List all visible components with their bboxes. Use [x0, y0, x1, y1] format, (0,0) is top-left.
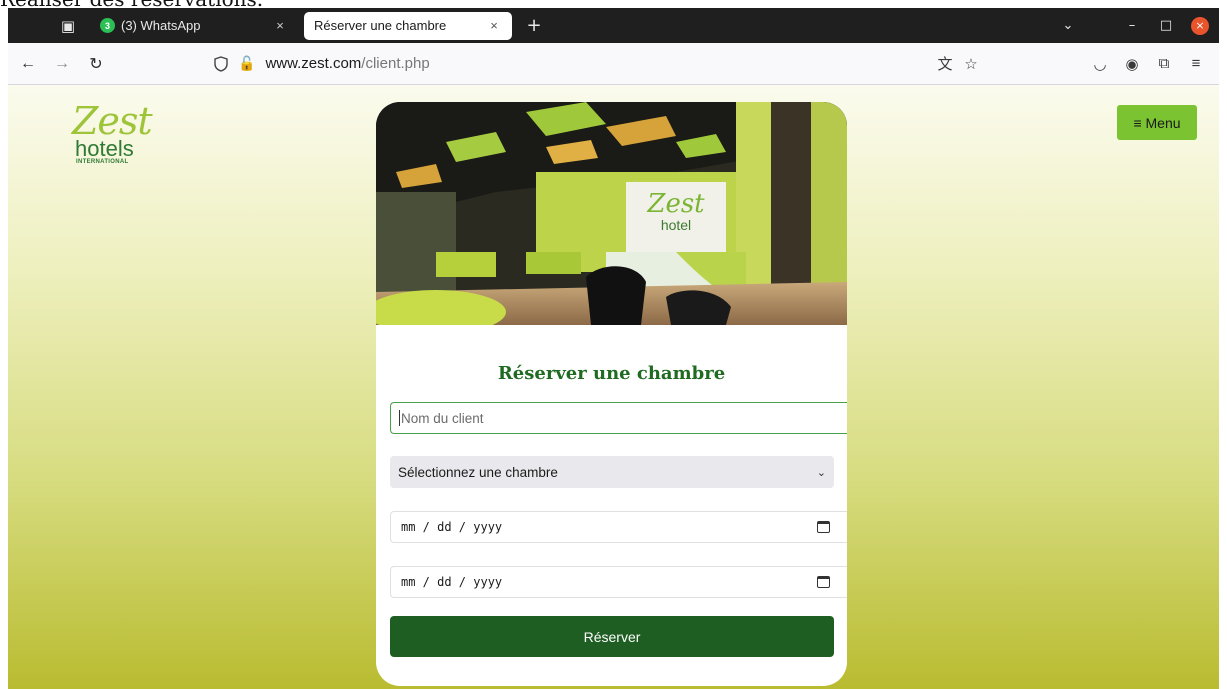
menu-button[interactable]: ≡ Menu	[1117, 105, 1197, 140]
tab-label: Réserver une chambre	[314, 18, 447, 33]
hotel-lobby-image: Zest hotel	[376, 102, 847, 325]
check-out-date-placeholder: mm / dd / yyyy	[401, 575, 503, 589]
tab-list-icon[interactable]: ▣	[48, 8, 88, 43]
tab-reserver-chambre[interactable]: Réserver une chambre ×	[304, 11, 512, 40]
browser-nav-bar: ← → ↻ 🔓 www.zest.com/client.php 文 ☆ ◡ ◉ …	[8, 43, 1219, 85]
client-name-placeholder: Nom du client	[401, 410, 484, 426]
tab-overflow-chevron-icon[interactable]: ⌄	[1051, 18, 1085, 33]
translate-icon[interactable]: 文	[932, 53, 958, 74]
maximize-button[interactable]: □	[1149, 18, 1183, 33]
chevron-down-icon: ⌄	[816, 466, 826, 479]
calendar-icon[interactable]	[817, 521, 830, 533]
reservation-card: Zest hotel Réserver une chambre Nom du c…	[376, 102, 847, 686]
client-name-input[interactable]: Nom du client	[390, 402, 847, 434]
forward-arrow-icon[interactable]: →	[48, 55, 76, 73]
tab-label: (3) WhatsApp	[121, 18, 201, 33]
app-menu-icon[interactable]: ≡	[1180, 55, 1212, 72]
room-select-value: Sélectionnez une chambre	[398, 464, 558, 480]
browser-tab-bar: ▣ 3 (3) WhatsApp × Réserver une chambre …	[8, 8, 1219, 43]
extensions-icon[interactable]: ⧉	[1148, 55, 1180, 72]
new-tab-button[interactable]: +	[522, 15, 546, 36]
page-content: Zest hotels INTERNATIONAL ≡ Menu Zest ho…	[8, 85, 1219, 689]
logo-tagline: INTERNATIONAL	[76, 159, 129, 165]
reload-icon[interactable]: ↻	[82, 54, 110, 74]
tab-whatsapp[interactable]: 3 (3) WhatsApp ×	[90, 12, 298, 40]
pocket-icon[interactable]: ◡	[1084, 55, 1116, 73]
close-tab-icon[interactable]: ×	[272, 18, 288, 33]
svg-text:hotel: hotel	[661, 217, 691, 233]
bookmark-star-icon[interactable]: ☆	[958, 55, 984, 73]
shield-icon	[214, 55, 228, 72]
insecure-lock-icon[interactable]: 🔓	[238, 55, 255, 72]
account-icon[interactable]: ◉	[1116, 55, 1148, 73]
minimize-button[interactable]: –	[1115, 18, 1149, 33]
calendar-icon[interactable]	[817, 576, 830, 588]
address-bar[interactable]: 🔓 www.zest.com/client.php 文 ☆	[214, 53, 984, 74]
url-text: www.zest.com/client.php	[265, 55, 430, 72]
zest-hotels-logo[interactable]: Zest hotels INTERNATIONAL	[72, 99, 162, 165]
whatsapp-icon: 3	[100, 18, 115, 33]
close-tab-icon[interactable]: ×	[486, 18, 502, 33]
logo-word: Zest	[72, 99, 153, 143]
back-arrow-icon[interactable]: ←	[14, 55, 42, 73]
text-caret	[399, 410, 400, 426]
window-close-button[interactable]: ×	[1191, 16, 1209, 35]
check-in-date-placeholder: mm / dd / yyyy	[401, 520, 503, 534]
room-select[interactable]: Sélectionnez une chambre ⌄	[390, 456, 834, 488]
check-in-date-input[interactable]: mm / dd / yyyy	[390, 511, 847, 543]
form-title: Réserver une chambre	[497, 363, 726, 384]
reserve-button[interactable]: Réserver	[390, 616, 834, 657]
svg-text:Zest: Zest	[646, 189, 705, 219]
check-out-date-input[interactable]: mm / dd / yyyy	[390, 566, 847, 598]
